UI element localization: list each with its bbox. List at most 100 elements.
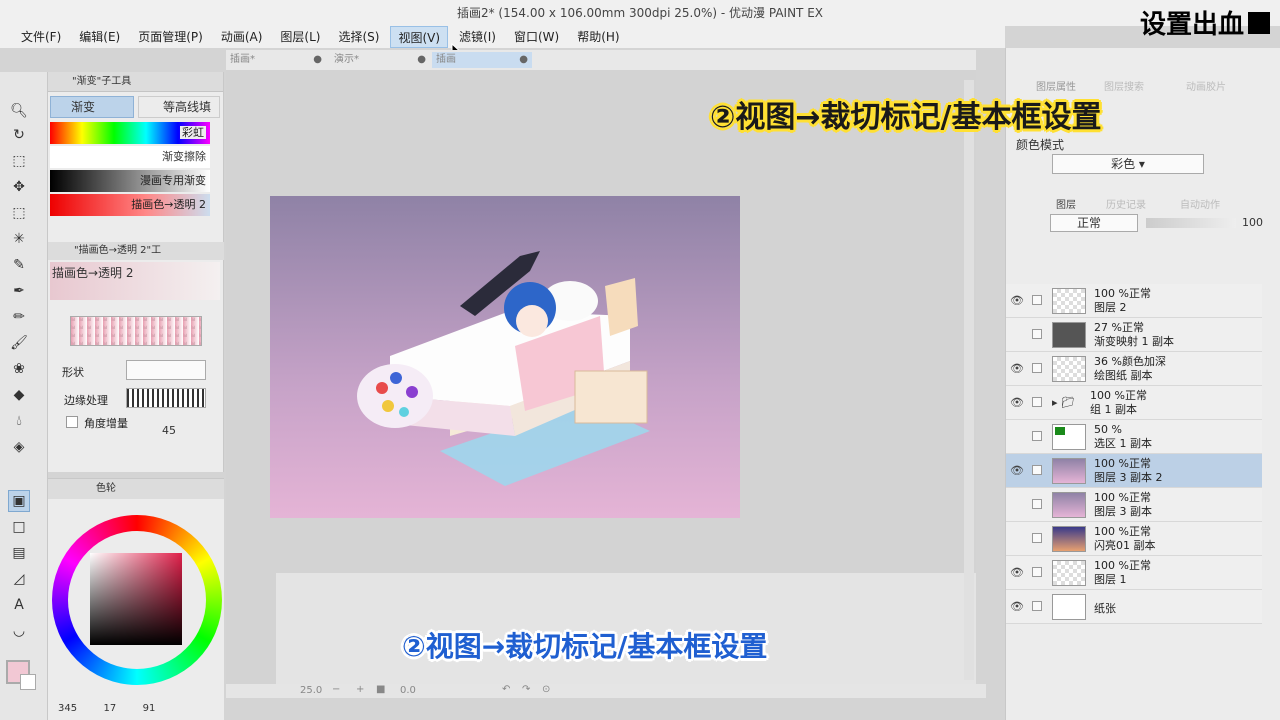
gradient-rainbow[interactable]: 彩虹 [50, 122, 210, 144]
doc-tab-2[interactable]: 演示* ● [330, 52, 430, 68]
rotation-value[interactable]: 0.0 [400, 685, 416, 696]
decoration-tool-icon[interactable]: ❀ [8, 358, 30, 380]
layer-row[interactable]: 👁︎ 100 %正常 图层 2 [1006, 284, 1262, 318]
layer-checkbox[interactable] [1032, 533, 1042, 543]
canvas-area[interactable] [226, 70, 976, 684]
layer-checkbox[interactable] [1032, 431, 1042, 441]
gradient-manga[interactable]: 漫画专用渐变 [50, 170, 210, 192]
ruler-tool-icon[interactable]: ◿ [8, 568, 30, 590]
menu-animation[interactable]: 动画(A) [214, 26, 270, 48]
layer-checkbox[interactable] [1032, 499, 1042, 509]
visibility-eye-icon[interactable] [1010, 431, 1022, 443]
eraser-tool-icon[interactable]: ◆ [8, 384, 30, 406]
fit-icon[interactable]: ■ [376, 684, 385, 695]
gradient-tool-icon[interactable]: ▣ [8, 490, 30, 512]
shape-selector[interactable] [126, 360, 206, 380]
reset-rotation-icon[interactable]: ⊙ [542, 684, 550, 695]
rotate-tool-icon[interactable]: ↻ [8, 124, 30, 146]
opacity-slider[interactable] [1146, 218, 1236, 228]
gradient-erase[interactable]: 渐变擦除 [50, 146, 210, 168]
layer-row[interactable]: 27 %正常 渐变映射 1 副本 [1006, 318, 1262, 352]
saturation-value-square[interactable] [90, 553, 182, 645]
menu-select[interactable]: 选择(S) [331, 26, 386, 48]
layer-opacity-mode: 100 %正常 [1090, 389, 1147, 402]
zoom-in-icon[interactable]: + [356, 684, 364, 695]
zoom-tool-icon[interactable]: 🔍︎ [8, 100, 30, 122]
visibility-eye-icon[interactable]: 👁︎ [1010, 363, 1024, 375]
tab-contour-fill[interactable]: 等高线填 [138, 96, 220, 118]
rotate-left-icon[interactable]: ↶ [502, 684, 510, 695]
layer-checkbox[interactable] [1032, 397, 1042, 407]
gradient-draw-transparent[interactable]: 描画色→透明 2 [50, 194, 210, 216]
visibility-eye-icon[interactable]: 👁︎ [1010, 397, 1024, 409]
eyedropper-icon[interactable]: ✎ [8, 254, 30, 276]
magic-wand-icon[interactable]: ✳ [8, 228, 30, 250]
rotate-right-icon[interactable]: ↷ [522, 684, 530, 695]
menu-help[interactable]: 帮助(H) [570, 26, 626, 48]
layer-row[interactable]: 👁︎ 100 %正常 图层 1 [1006, 556, 1262, 590]
tab-animation-cels[interactable]: 动画胶片 [1186, 78, 1226, 93]
artwork-canvas[interactable] [270, 196, 740, 518]
layer-checkbox[interactable] [1032, 601, 1042, 611]
selection-tool-icon[interactable]: ⬚ [8, 202, 30, 224]
visibility-eye-icon[interactable] [1010, 499, 1022, 511]
angle-checkbox[interactable] [66, 416, 78, 428]
tab-gradient[interactable]: 渐变 [50, 96, 134, 118]
layer-row[interactable]: 50 % 选区 1 副本 [1006, 420, 1262, 454]
visibility-eye-icon[interactable]: 👁︎ [1010, 295, 1024, 307]
tab-layer-search[interactable]: 图层搜索 [1104, 78, 1144, 93]
text-tool-icon[interactable]: A [8, 594, 30, 616]
menu-file[interactable]: 文件(F) [14, 26, 68, 48]
layer-opacity-mode: 100 %正常 [1094, 287, 1151, 300]
tool-name-box[interactable]: 描画色→透明 2 [50, 262, 220, 300]
layer-checkbox[interactable] [1032, 465, 1042, 475]
doc-tab-3[interactable]: 插画 ● [432, 52, 532, 68]
menu-view[interactable]: 视图(V) [390, 26, 449, 48]
frame-tool-icon[interactable]: ▤ [8, 542, 30, 564]
visibility-eye-icon[interactable] [1010, 329, 1022, 341]
blend-tool-icon[interactable]: 💧︎ [8, 410, 30, 432]
tab-history[interactable]: 历史记录 [1106, 196, 1146, 211]
layer-row[interactable]: 👁︎ 100 %正常 图层 3 副本 2 [1006, 454, 1262, 488]
pen-tool-icon[interactable]: ✒ [8, 280, 30, 302]
layer-checkbox[interactable] [1032, 567, 1042, 577]
tab-layer-property[interactable]: 图层属性 [1036, 78, 1076, 93]
menu-window[interactable]: 窗口(W) [507, 26, 566, 48]
visibility-eye-icon[interactable]: 👁︎ [1010, 465, 1024, 477]
brush-tool-icon[interactable]: 🖌︎ [8, 332, 30, 354]
visibility-eye-icon[interactable]: 👁︎ [1010, 601, 1024, 613]
layer-checkbox[interactable] [1032, 295, 1042, 305]
layer-row[interactable]: 👁︎ 36 %颜色加深 绘图纸 副本 [1006, 352, 1262, 386]
zoom-value[interactable]: 25.0 [300, 685, 322, 696]
balloon-tool-icon[interactable]: ◡ [8, 620, 30, 642]
visibility-eye-icon[interactable] [1010, 533, 1022, 545]
operation-tool-icon[interactable]: ⬚ [8, 150, 30, 172]
layer-checkbox[interactable] [1032, 363, 1042, 373]
menu-page[interactable]: 页面管理(P) [131, 26, 210, 48]
opacity-value[interactable]: 100 [1242, 216, 1263, 229]
figure-tool-icon[interactable]: □ [8, 516, 30, 538]
edge-selector[interactable] [126, 388, 206, 408]
sub-color-swatch[interactable] [20, 674, 36, 690]
layer-row[interactable]: 100 %正常 闪亮01 副本 [1006, 522, 1262, 556]
doc-tab-1[interactable]: 插画* ● [226, 52, 326, 68]
tab-layers[interactable]: 图层 [1056, 196, 1076, 211]
fill-tool-icon[interactable]: ◈ [8, 436, 30, 458]
color-wheel-tab[interactable]: 色轮 [48, 479, 224, 499]
pencil-tool-icon[interactable]: ✏ [8, 306, 30, 328]
menu-layer[interactable]: 图层(L) [273, 26, 327, 48]
layer-checkbox[interactable] [1032, 329, 1042, 339]
menu-edit[interactable]: 编辑(E) [72, 26, 127, 48]
color-mode-dropdown[interactable]: 彩色 ▾ [1052, 154, 1204, 174]
vertical-scrollbar[interactable] [964, 80, 974, 680]
blend-mode-dropdown[interactable]: 正常 [1050, 214, 1138, 232]
layer-row[interactable]: 👁︎ 纸张 [1006, 590, 1262, 624]
tab-auto-actions[interactable]: 自动动作 [1180, 196, 1220, 211]
move-tool-icon[interactable]: ✥ [8, 176, 30, 198]
gradient-preview-bar[interactable] [70, 316, 202, 346]
layer-row[interactable]: 100 %正常 图层 3 副本 [1006, 488, 1262, 522]
layer-row[interactable]: 👁︎ ▸ 📁︎ 100 %正常组 1 副本 [1006, 386, 1262, 420]
zoom-out-icon[interactable]: − [332, 684, 340, 695]
angle-value[interactable]: 45 [162, 424, 176, 437]
visibility-eye-icon[interactable]: 👁︎ [1010, 567, 1024, 579]
